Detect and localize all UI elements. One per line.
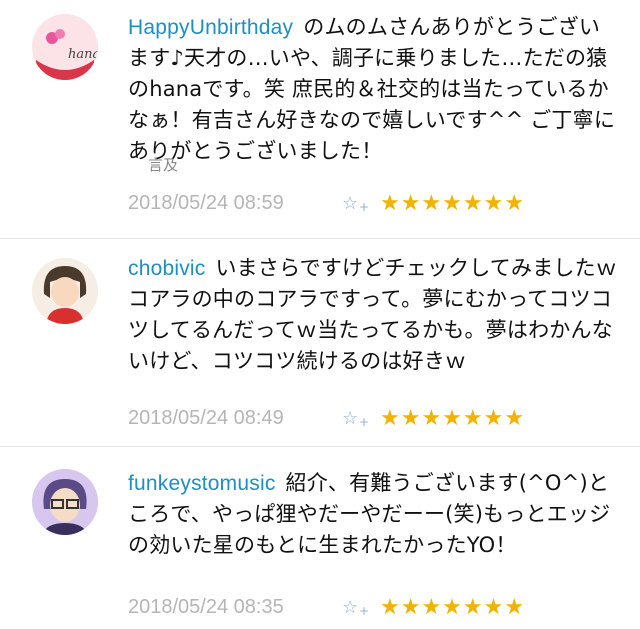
star-rating: ★★★★★★★	[380, 190, 526, 216]
avatar-image: hana	[32, 14, 98, 80]
add-favorite-button[interactable]: ☆ +	[342, 408, 380, 429]
star-outline-icon: ☆	[342, 596, 359, 618]
comment-item: chobivic いまさらですけどチェックしてみましたｗコアラの中のコアラですって…	[0, 239, 640, 446]
plus-icon: +	[359, 199, 370, 214]
svg-text:hana: hana	[68, 47, 98, 62]
comment-body: HappyUnbirthday のムのムさんありがとうございます♪天才の…いや、調…	[128, 12, 618, 167]
star-outline-icon: ☆	[342, 407, 359, 429]
comment-meta: 2018/05/24 08:49 ☆ + ★★★★★★★	[128, 402, 525, 434]
add-favorite-button[interactable]: ☆ +	[342, 193, 380, 214]
avatar-image	[32, 258, 98, 324]
plus-icon: +	[359, 414, 370, 429]
username-link[interactable]: HappyUnbirthday	[128, 16, 293, 39]
star-rating: ★★★★★★★	[380, 405, 526, 431]
mention-link[interactable]: 言及	[148, 154, 178, 175]
comment-item: funkeystomusic 紹介、有難うございます(^O^)ところで、やっぱ狸や…	[0, 447, 640, 629]
star-outline-icon: ☆	[342, 192, 359, 214]
comment-body: funkeystomusic 紹介、有難うございます(^O^)ところで、やっぱ狸や…	[128, 468, 618, 561]
comment-item: hana HappyUnbirthday のムのムさんありがとうございます♪天才の…	[0, 0, 640, 238]
avatar[interactable]	[32, 258, 98, 324]
username-link[interactable]: funkeystomusic	[128, 472, 276, 495]
avatar[interactable]	[32, 469, 98, 535]
comment-meta: 2018/05/24 08:59 ☆ + ★★★★★★★	[128, 187, 525, 219]
comment-body: chobivic いまさらですけどチェックしてみましたｗコアラの中のコアラですって…	[128, 253, 618, 377]
timestamp: 2018/05/24 08:35	[128, 595, 284, 618]
comment-meta: 2018/05/24 08:35 ☆ + ★★★★★★★	[128, 591, 525, 623]
plus-icon: +	[359, 603, 370, 618]
username-link[interactable]: chobivic	[128, 257, 205, 280]
timestamp: 2018/05/24 08:49	[128, 406, 284, 429]
timestamp: 2018/05/24 08:59	[128, 191, 284, 214]
add-favorite-button[interactable]: ☆ +	[342, 597, 380, 618]
avatar[interactable]: hana	[32, 14, 98, 80]
star-rating: ★★★★★★★	[380, 594, 526, 620]
avatar-image	[32, 469, 98, 535]
